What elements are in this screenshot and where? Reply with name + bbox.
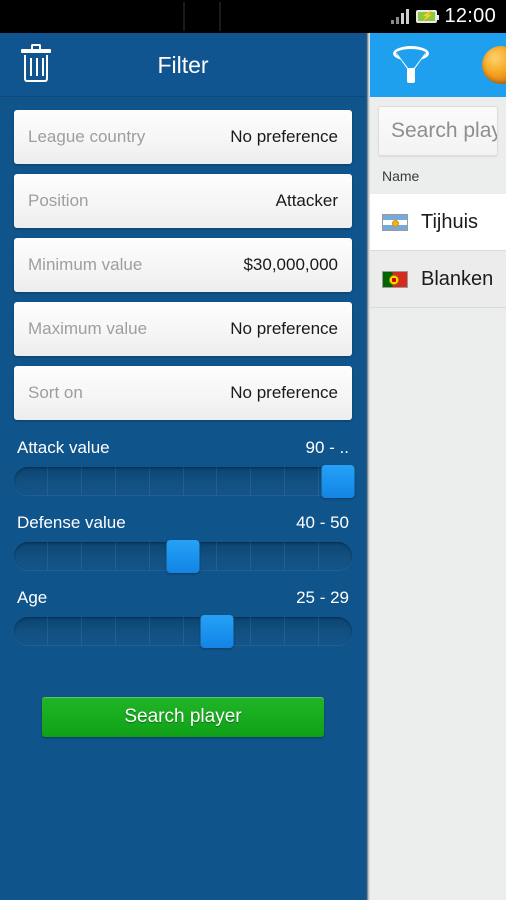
field-label: Sort on [28, 383, 83, 402]
field-position[interactable]: Position Attacker [14, 174, 352, 228]
status-bar-clock: 12:00 [444, 5, 496, 27]
slider-header: Age 25 - 29 [14, 588, 352, 617]
field-label: League country [28, 127, 146, 146]
status-bar: ⚡ 12:00 [0, 0, 506, 33]
funnel-icon[interactable] [393, 46, 429, 84]
table-row[interactable]: Tijhuis [370, 194, 506, 251]
slider-header: Attack value 90 - .. [14, 438, 352, 467]
search-placeholder: Search play [391, 119, 498, 142]
field-value: Attacker [275, 191, 338, 210]
slider-track[interactable] [14, 615, 352, 648]
field-label: Position [28, 191, 89, 210]
slider-label: Defense value [17, 513, 126, 532]
search-player-button[interactable]: Search player [42, 697, 324, 737]
slider-value: 40 - 50 [296, 513, 349, 532]
notification-dividers [183, 2, 221, 31]
list-empty-area [370, 308, 506, 900]
column-header-name: Name [370, 162, 506, 194]
field-value: No preference [230, 319, 338, 338]
player-list-panel: Search play Name Tijhuis Blanken [370, 33, 506, 900]
field-sort-on[interactable]: Sort on No preference [14, 366, 352, 420]
argentina-flag-icon [382, 213, 408, 231]
status-bar-right: ⚡ 12:00 [391, 0, 496, 33]
field-label: Minimum value [28, 255, 143, 274]
slider-header: Defense value 40 - 50 [14, 513, 352, 542]
slider-label: Age [17, 588, 48, 607]
slider-attack-value: Attack value 90 - .. [14, 438, 355, 498]
battery-charging-icon: ⚡ [416, 10, 440, 23]
field-minimum-value[interactable]: Minimum value $30,000,000 [14, 238, 352, 292]
field-maximum-value[interactable]: Maximum value No preference [14, 302, 352, 356]
page-title: Filter [157, 51, 209, 78]
slider-value: 90 - .. [305, 438, 349, 457]
signal-bars-icon [391, 9, 410, 24]
field-value: $30,000,000 [243, 255, 338, 274]
filter-action-bar: Filter [0, 33, 366, 97]
slider-age: Age 25 - 29 [14, 588, 352, 648]
phone-screen: ⚡ 12:00 Filter League country No prefere… [0, 0, 506, 900]
search-container: Search play [370, 97, 506, 162]
player-name: Tijhuis [421, 210, 479, 233]
slider-defense-value: Defense value 40 - 50 [14, 513, 352, 573]
slider-value: 25 - 29 [296, 588, 349, 607]
player-name: Blanken [421, 267, 494, 290]
slider-label: Attack value [17, 438, 110, 457]
slider-thumb[interactable] [321, 465, 355, 498]
slider-ticks [14, 467, 352, 495]
slider-thumb[interactable] [166, 540, 200, 573]
field-value: No preference [230, 383, 338, 402]
slider-thumb[interactable] [200, 615, 234, 648]
orange-ball-icon[interactable] [482, 46, 506, 84]
table-row[interactable]: Blanken [370, 251, 506, 308]
trash-icon[interactable] [20, 44, 52, 83]
filter-panel: Filter League country No preference Posi… [0, 33, 366, 900]
slider-track[interactable] [14, 465, 355, 498]
field-value: No preference [230, 127, 338, 146]
filter-form: League country No preference Position At… [0, 97, 366, 737]
portugal-flag-icon [382, 270, 408, 288]
slider-track[interactable] [14, 540, 352, 573]
search-input[interactable]: Search play [378, 106, 498, 156]
list-action-bar [370, 33, 506, 97]
slider-ticks [14, 617, 352, 645]
field-label: Maximum value [28, 319, 148, 338]
field-league-country[interactable]: League country No preference [14, 110, 352, 164]
